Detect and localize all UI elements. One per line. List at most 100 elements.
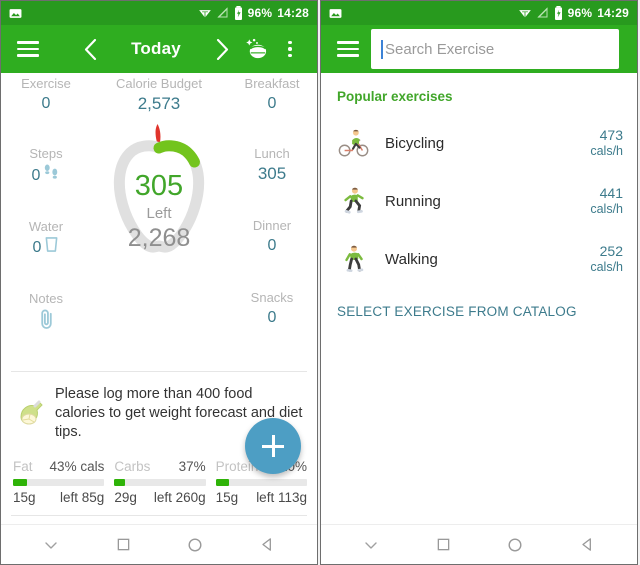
exercise-name: Running [385, 192, 441, 210]
macro-fat-name: Fat [13, 459, 33, 474]
macro-fat-bar [13, 479, 105, 486]
chevron-down-icon[interactable] [43, 537, 59, 553]
stat-dinner-value: 0 [267, 237, 277, 254]
macro-protein-fill [215, 479, 230, 486]
right-stat-column: Breakfast 0 Lunch 305 Dinner 0 Snacks 0 [227, 75, 317, 343]
list-item[interactable]: Walking 252 cals/h [321, 230, 637, 288]
hamburger-icon[interactable] [331, 32, 365, 66]
list-item[interactable]: Bicycling 473 cals/h [321, 114, 637, 172]
square-icon[interactable] [116, 537, 131, 552]
list-item[interactable]: Running 441 cals/h [321, 172, 637, 230]
exercise-calories-unit: cals/h [590, 260, 623, 274]
macro-carbs[interactable]: Carbs 37% 29g left 260g [114, 459, 206, 505]
weight-plan-card[interactable]: Weight Plan: gain 15 kg in 420 days [1, 516, 317, 524]
macro-protein-bar [215, 479, 307, 486]
exercise-calories: 252 cals/h [590, 243, 623, 275]
page-title: Today [131, 39, 181, 58]
search-field-wrapper: Search Exercise [371, 29, 619, 69]
system-nav-bar [321, 524, 637, 564]
triangle-back-icon[interactable] [260, 537, 275, 552]
runner-icon [337, 184, 371, 218]
stat-notes[interactable]: Notes [1, 290, 91, 330]
footprints-icon [43, 163, 60, 188]
system-nav-bar [1, 524, 317, 564]
stat-exercise[interactable]: Exercise 0 [1, 75, 91, 115]
hamburger-icon[interactable] [11, 32, 45, 66]
exercise-calories: 441 cals/h [590, 185, 623, 217]
app-bar: Today [1, 25, 317, 73]
calorie-dashboard: Calorie Budget 2,573 Exercise 0 Steps 0 [1, 73, 317, 371]
left-phone-screen: 96% 14:28 Today Calorie Budget 2,573 Exe… [0, 0, 318, 565]
stat-steps-label: Steps [29, 146, 63, 161]
calories-consumed-value: 305 [134, 170, 184, 202]
stat-dinner[interactable]: Dinner 0 [227, 217, 317, 257]
status-bar-right: 96% 14:29 [321, 1, 637, 25]
battery-icon [554, 6, 563, 21]
glass-icon [44, 236, 59, 260]
macro-fat-left: left 85g [60, 490, 105, 505]
exercise-calories-value: 441 [599, 185, 623, 201]
section-title-popular-exercises: Popular exercises [337, 89, 453, 104]
stat-lunch[interactable]: Lunch 305 [227, 145, 317, 185]
left-stat-column: Exercise 0 Steps 0 Water 0 Notes [1, 75, 91, 344]
search-input[interactable]: Search Exercise [371, 29, 619, 69]
macro-fat[interactable]: Fat 43% cals 15g left 85g [13, 459, 105, 505]
exercise-calories-unit: cals/h [590, 144, 623, 158]
stat-lunch-value: 305 [257, 164, 287, 183]
circle-icon[interactable] [187, 537, 203, 553]
paperclip-icon [1, 308, 91, 330]
wifi-icon [518, 7, 532, 19]
search-placeholder: Search Exercise [385, 40, 495, 58]
exercise-calories: 473 cals/h [590, 127, 623, 159]
stat-water-value-row: 0 [1, 236, 91, 260]
bicyclist-icon [337, 126, 371, 160]
status-clock: 14:29 [597, 6, 629, 20]
calories-left-label: Left [146, 205, 172, 222]
walker-icon [337, 242, 371, 276]
select-exercise-from-catalog-link[interactable]: SELECT EXERCISE FROM CATALOG [321, 288, 637, 319]
macro-fat-fill [13, 479, 27, 486]
calories-left-value: 2,268 [127, 224, 191, 252]
stat-dinner-label: Dinner [252, 218, 292, 233]
stat-exercise-value: 0 [41, 95, 51, 112]
food-sparkle-icon[interactable] [239, 32, 273, 66]
battery-percent: 96% [567, 6, 593, 20]
stat-water-value: 0 [32, 239, 42, 256]
square-icon[interactable] [436, 537, 451, 552]
circle-icon[interactable] [507, 537, 523, 553]
macro-fat-grams: 15g [13, 490, 36, 505]
chevron-right-icon[interactable] [205, 32, 239, 66]
macro-protein-left: left 113g [256, 490, 307, 505]
exercise-calories-unit: cals/h [590, 202, 623, 216]
wifi-icon [198, 7, 212, 19]
stat-breakfast-value: 0 [267, 95, 277, 112]
triangle-back-icon[interactable] [580, 537, 595, 552]
exercise-list-content: Popular exercises Bicycling 473 cals/h R… [321, 73, 637, 524]
macro-carbs-bar [114, 479, 206, 486]
lemon-tip-icon [15, 399, 45, 429]
exercise-name: Walking [385, 250, 438, 268]
stat-snacks[interactable]: Snacks 0 [227, 289, 317, 329]
apple-progress-ring[interactable]: 305 Left 2,268 [91, 118, 227, 268]
stat-water[interactable]: Water 0 [1, 218, 91, 260]
exercise-name: Bicycling [385, 134, 445, 152]
search-app-bar: Search Exercise [321, 25, 637, 73]
stat-notes-label: Notes [29, 291, 63, 306]
stat-steps[interactable]: Steps 0 [1, 145, 91, 188]
right-phone-screen: 96% 14:29 Search Exercise Popular exerci… [320, 0, 638, 565]
macro-carbs-name: Carbs [114, 459, 151, 474]
kebab-menu-icon[interactable] [273, 32, 307, 66]
text-caret [381, 39, 383, 59]
signal-off-icon [536, 7, 549, 19]
status-clock: 14:28 [277, 6, 309, 20]
macro-carbs-grams: 29g [114, 490, 137, 505]
macro-carbs-left: left 260g [153, 490, 206, 505]
battery-percent: 96% [247, 6, 273, 20]
stat-steps-value: 0 [31, 166, 41, 184]
macro-carbs-percent: 37% [178, 459, 206, 474]
add-entry-fab[interactable] [245, 418, 301, 474]
chevron-down-icon[interactable] [363, 537, 379, 553]
stat-breakfast[interactable]: Breakfast 0 [227, 75, 317, 115]
chevron-left-icon[interactable] [73, 32, 107, 66]
stat-steps-value-row: 0 [1, 163, 91, 188]
